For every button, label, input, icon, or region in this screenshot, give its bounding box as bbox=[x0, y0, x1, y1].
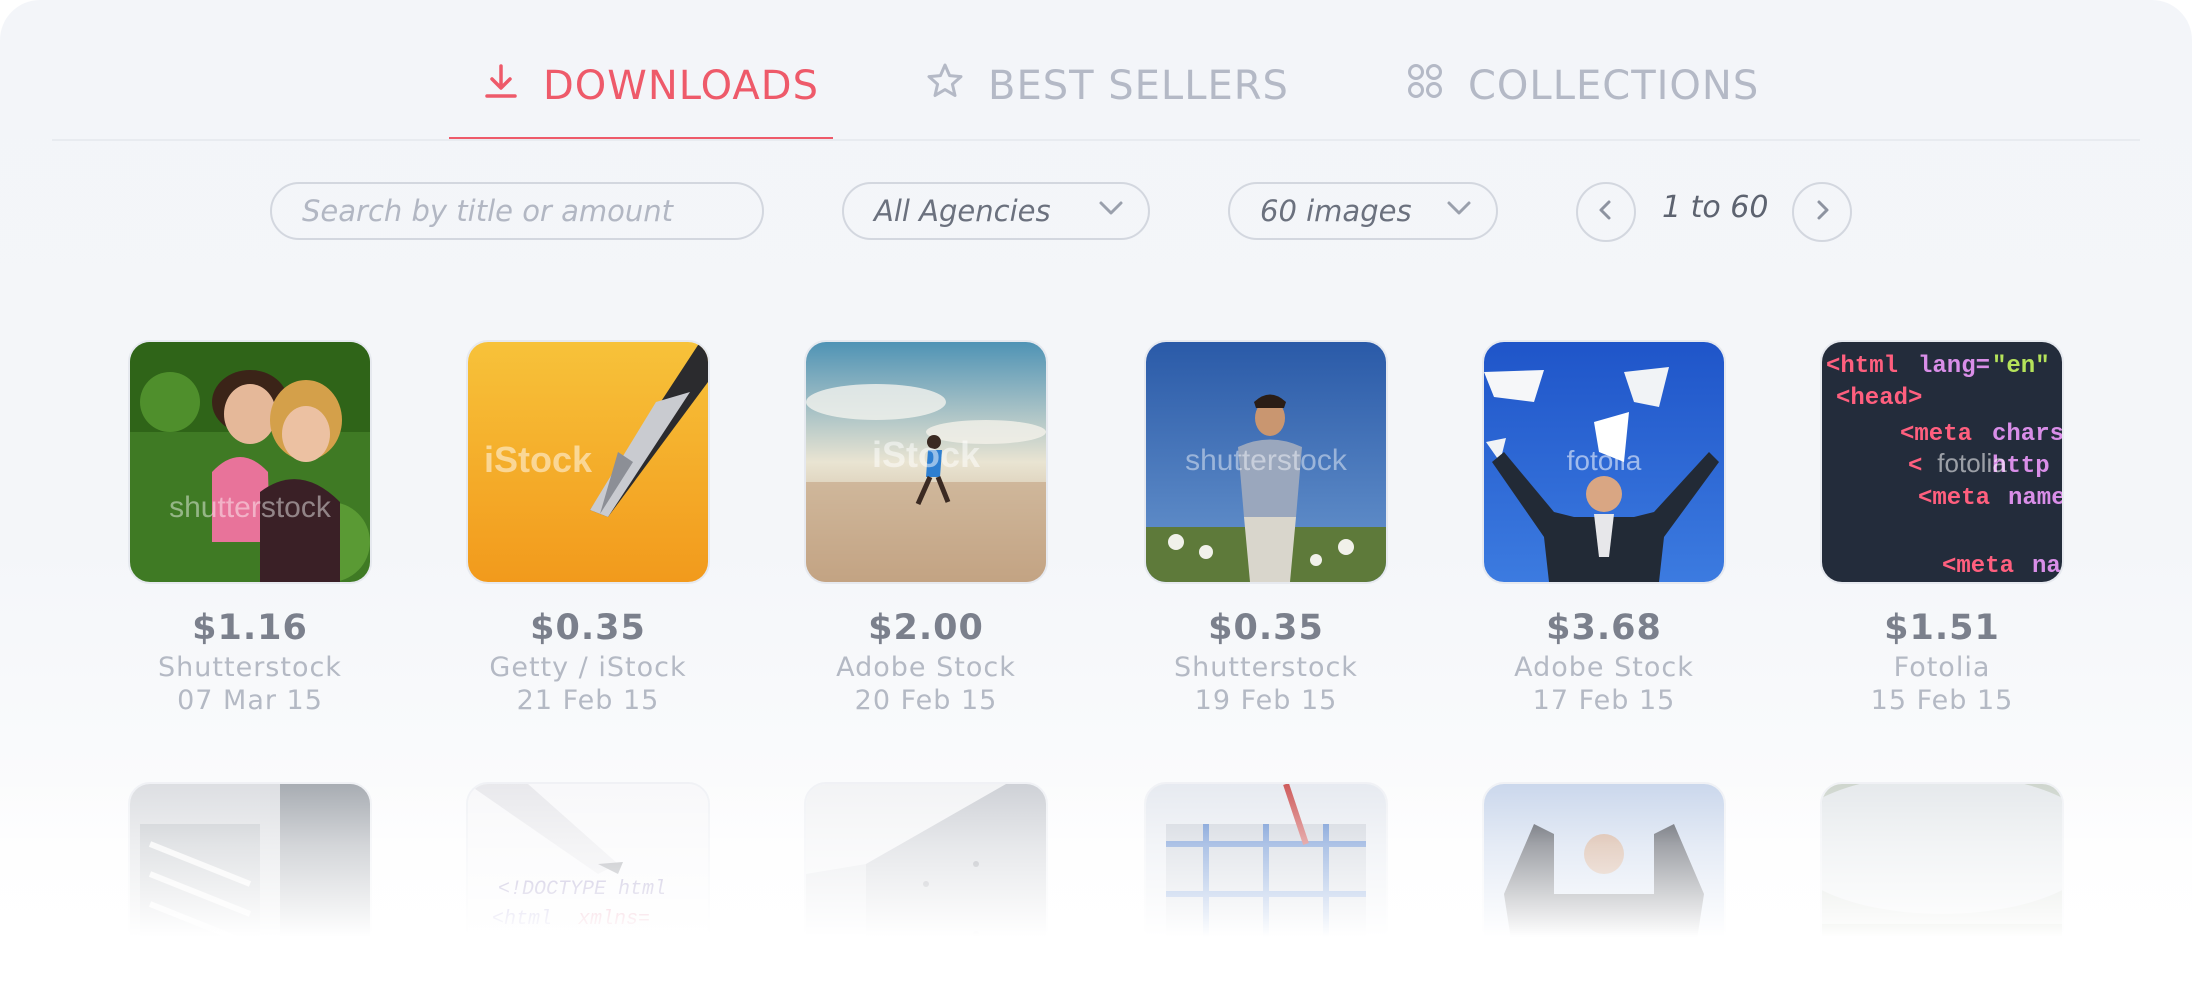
image-thumbnail[interactable]: shutterstock bbox=[1144, 340, 1388, 584]
image-thumbnail[interactable] bbox=[128, 782, 372, 984]
svg-text:xmlns=: xmlns= bbox=[577, 908, 650, 931]
image-card[interactable]: <!DOCTYPE html <html xmlns= <head> <meta bbox=[466, 782, 710, 984]
svg-text:<meta: <meta bbox=[1918, 485, 1990, 512]
chevron-right-icon bbox=[1809, 197, 1835, 227]
svg-text:name: name bbox=[2008, 485, 2062, 512]
svg-text:<meta: <meta bbox=[1900, 421, 1972, 448]
svg-text:iStock: iStock bbox=[484, 439, 593, 480]
image-card[interactable] bbox=[804, 782, 1048, 984]
image-card[interactable] bbox=[128, 782, 372, 984]
agency-select[interactable]: All Agencies bbox=[842, 182, 1150, 240]
image-card[interactable]: iStock $0.35 Getty / iStock 21 Feb 15 bbox=[466, 340, 710, 716]
svg-text:<head>: <head> bbox=[488, 938, 560, 961]
svg-text:chars: chars bbox=[1992, 421, 2062, 448]
image-price: $1.16 bbox=[192, 608, 308, 648]
search-input[interactable] bbox=[270, 182, 764, 240]
image-agency: Shutterstock bbox=[158, 652, 342, 683]
image-card[interactable]: shutterstock $1.16 Shutterstock 07 Mar 1… bbox=[128, 340, 372, 716]
svg-text:<head>: <head> bbox=[1836, 385, 1922, 412]
image-date: 15 Feb 15 bbox=[1870, 685, 2014, 716]
image-card[interactable]: shutterstock $0.35 Shutterstock 19 Feb 1… bbox=[1144, 340, 1388, 716]
image-thumbnail[interactable] bbox=[804, 782, 1048, 984]
previous-page-button[interactable] bbox=[1576, 182, 1636, 242]
tab-downloads[interactable]: DOWNLOADS bbox=[481, 58, 819, 114]
svg-text:<meta: <meta bbox=[1942, 553, 2014, 580]
image-agency: Adobe Stock bbox=[1514, 652, 1694, 683]
image-date: 21 Feb 15 bbox=[516, 685, 660, 716]
image-date: 17 Feb 15 bbox=[1532, 685, 1676, 716]
agency-select-value: All Agencies bbox=[874, 194, 1051, 228]
svg-text:shutterstock: shutterstock bbox=[1185, 444, 1348, 477]
image-price: $0.35 bbox=[530, 608, 646, 648]
svg-text:"en": "en" bbox=[1992, 353, 2050, 380]
svg-text:fotolia: fotolia bbox=[1937, 448, 2007, 478]
image-card[interactable] bbox=[1144, 782, 1388, 984]
tab-best-sellers-label: BEST SELLERS bbox=[988, 63, 1289, 109]
svg-text:iStock: iStock bbox=[872, 434, 981, 475]
count-select-value: 60 images bbox=[1260, 194, 1412, 228]
star-icon bbox=[924, 60, 966, 112]
grid-icon bbox=[1404, 60, 1446, 112]
chevron-down-icon bbox=[1096, 193, 1126, 230]
tab-best-sellers[interactable]: BEST SELLERS bbox=[924, 58, 1289, 114]
image-thumbnail[interactable]: shutterstock bbox=[128, 340, 372, 584]
image-agency: Shutterstock bbox=[1174, 652, 1358, 683]
tab-collections-label: COLLECTIONS bbox=[1468, 63, 1760, 109]
svg-text:<html: <html bbox=[492, 908, 552, 931]
image-price: $3.68 bbox=[1546, 608, 1662, 648]
svg-text:<html: <html bbox=[1826, 353, 1898, 380]
chevron-left-icon bbox=[1593, 197, 1619, 227]
svg-text:shutterstock: shutterstock bbox=[169, 491, 332, 524]
image-date: 07 Mar 15 bbox=[177, 685, 323, 716]
tabs-divider bbox=[52, 139, 2140, 141]
svg-text:lang=: lang= bbox=[1918, 353, 1990, 380]
downloads-panel: DOWNLOADS BEST SELLERS COLLECTIONS A bbox=[0, 0, 2192, 984]
image-agency: Fotolia bbox=[1893, 652, 1991, 683]
image-agency: Getty / iStock bbox=[489, 652, 687, 683]
image-thumbnail[interactable]: <html lang= "en" <head> <meta chars < http <… bbox=[1820, 340, 2064, 584]
image-thumbnail[interactable]: iStock bbox=[466, 340, 710, 584]
image-thumbnail[interactable] bbox=[1820, 782, 2064, 984]
chevron-down-icon bbox=[1444, 193, 1474, 230]
image-card[interactable]: iStock $2.00 Adobe Stock 20 Feb 15 bbox=[804, 340, 1048, 716]
svg-text:fotolia: fotolia bbox=[1567, 445, 1642, 476]
page-range: 1 to 60 bbox=[1662, 190, 1769, 225]
image-thumbnail[interactable]: iStock bbox=[804, 340, 1048, 584]
svg-text:<!DOCTYPE html: <!DOCTYPE html bbox=[498, 878, 666, 901]
next-page-button[interactable] bbox=[1792, 182, 1852, 242]
image-card[interactable]: fotolia $3.68 Adobe Stock 17 Feb 15 bbox=[1482, 340, 1726, 716]
image-date: 19 Feb 15 bbox=[1194, 685, 1338, 716]
image-price: $2.00 bbox=[868, 608, 984, 648]
svg-text:<: < bbox=[1908, 453, 1922, 480]
image-thumbnail[interactable] bbox=[1482, 782, 1726, 984]
image-price: $0.35 bbox=[1208, 608, 1324, 648]
image-thumbnail[interactable]: <!DOCTYPE html <html xmlns= <head> <meta bbox=[466, 782, 710, 984]
svg-text:na: na bbox=[2032, 553, 2061, 580]
count-select[interactable]: 60 images bbox=[1228, 182, 1498, 240]
image-agency: Adobe Stock bbox=[836, 652, 1016, 683]
image-thumbnail[interactable]: fotolia bbox=[1482, 340, 1726, 584]
image-card[interactable] bbox=[1820, 782, 2064, 984]
svg-text:<meta: <meta bbox=[538, 973, 598, 984]
tab-bar: DOWNLOADS BEST SELLERS COLLECTIONS bbox=[0, 0, 2192, 141]
tab-downloads-label: DOWNLOADS bbox=[543, 63, 819, 109]
tab-collections[interactable]: COLLECTIONS bbox=[1404, 58, 1759, 114]
download-icon bbox=[481, 61, 521, 111]
image-card[interactable]: <html lang= "en" <head> <meta chars < http <… bbox=[1820, 340, 2064, 716]
image-card[interactable] bbox=[1482, 782, 1726, 984]
image-price: $1.51 bbox=[1884, 608, 2000, 648]
image-thumbnail[interactable] bbox=[1144, 782, 1388, 984]
image-date: 20 Feb 15 bbox=[854, 685, 998, 716]
